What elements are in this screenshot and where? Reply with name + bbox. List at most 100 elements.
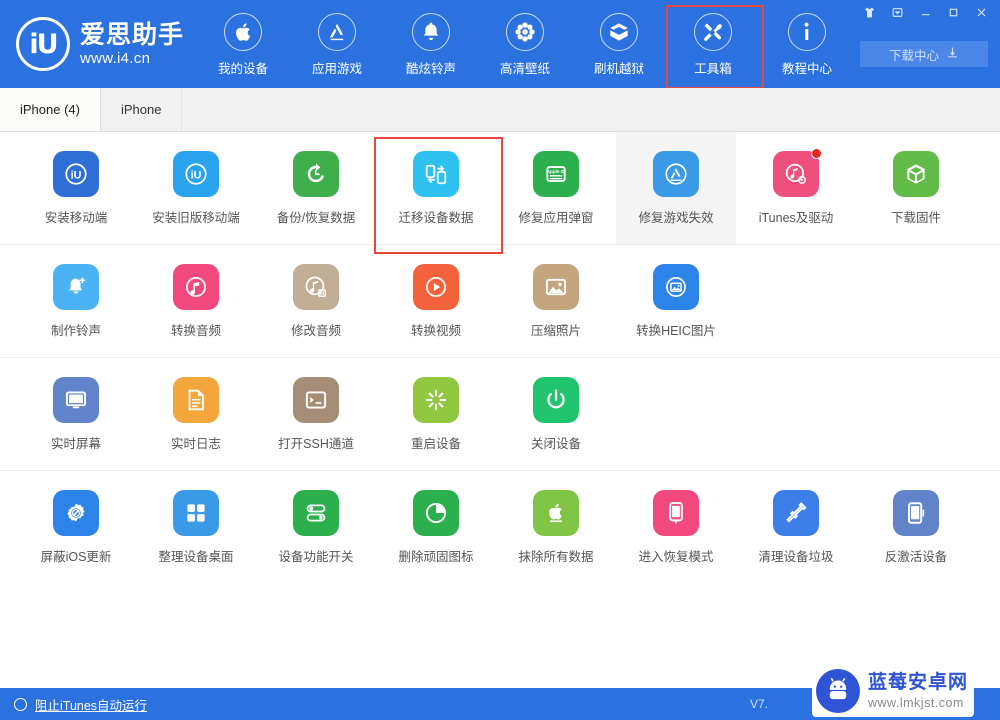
i4-blue-icon: iU	[53, 150, 99, 197]
tool-item[interactable]: 转换HEIC图片	[616, 245, 736, 357]
tool-item[interactable]: 实时屏幕	[16, 358, 136, 470]
tool-item-label: 备份/恢复数据	[276, 210, 356, 225]
gear-block-icon	[53, 489, 99, 536]
tool-item[interactable]: 迁移设备数据	[374, 132, 503, 254]
tool-item[interactable]: 抹除所有数据	[496, 471, 616, 583]
tool-item[interactable]: iU 安装旧版移动端	[136, 132, 256, 244]
tool-item[interactable]: 反激活设备	[856, 471, 976, 583]
tool-item[interactable]: 进入恢复模式	[616, 471, 736, 583]
menu-down-icon[interactable]	[884, 2, 910, 22]
play-icon	[413, 263, 459, 310]
bell-icon	[412, 13, 450, 51]
tool-item[interactable]: 设备功能开关	[256, 471, 376, 583]
device-tab-0[interactable]: iPhone (4)	[0, 88, 101, 131]
tool-item-label: 制作铃声	[50, 323, 101, 338]
nav-item-label: 应用游戏	[311, 62, 362, 76]
nav-item-flower[interactable]: 高清壁纸	[478, 8, 572, 80]
tool-item-label: 清理设备垃圾	[758, 549, 834, 564]
restore-icon	[293, 150, 339, 197]
bell-plus-icon	[53, 263, 99, 310]
svg-text:iU: iU	[71, 169, 82, 181]
tool-item[interactable]: 屏蔽iOS更新	[16, 471, 136, 583]
apple-erase-icon	[533, 489, 579, 536]
transfer-icon	[413, 150, 459, 197]
app-logo-icon: iU	[16, 17, 70, 71]
tool-item[interactable]: 备份/恢复数据	[256, 132, 376, 244]
info-icon	[788, 13, 826, 51]
tool-item[interactable]: 整理设备桌面	[136, 471, 256, 583]
watermark-url: www.lmkjst.com	[868, 695, 964, 710]
app-header: iU 爱思助手 www.i4.cn 我的设备 应用游戏 酷炫铃声 高清壁纸 刷机越狱 工具…	[0, 0, 1000, 88]
music-edit-icon: 自	[293, 263, 339, 310]
tool-item[interactable]: 修复游戏失效	[616, 132, 736, 244]
tool-item[interactable]: 自修改音频	[256, 245, 376, 357]
tool-item[interactable]: 关闭设备	[496, 358, 616, 470]
svg-text:iU: iU	[191, 169, 202, 181]
skin-icon[interactable]	[856, 2, 882, 22]
tool-item-label: 反激活设备	[884, 549, 948, 564]
tool-item[interactable]: 实时日志	[136, 358, 256, 470]
tool-item-label: 转换视频	[410, 323, 461, 338]
close-icon[interactable]	[968, 2, 994, 22]
device-tab-label: iPhone	[120, 102, 162, 117]
tool-item[interactable]: 转换音频	[136, 245, 256, 357]
maximize-icon[interactable]	[940, 2, 966, 22]
main-nav[interactable]: 我的设备 应用游戏 酷炫铃声 高清壁纸 刷机越狱 工具箱 教程中心	[196, 5, 854, 88]
restart-icon	[413, 376, 459, 423]
nav-item-box-open[interactable]: 刷机越狱	[572, 8, 666, 80]
tool-item[interactable]: iTunes及驱动	[736, 132, 856, 244]
tools-icon	[694, 13, 732, 51]
broom-icon	[773, 489, 819, 536]
watermark: 蓝莓安卓网 www.lmkjst.com	[812, 665, 975, 717]
block-itunes-autorun-toggle[interactable]: 阻止iTunes自动运行	[14, 688, 147, 720]
tool-item-label: 整理设备桌面	[158, 549, 234, 564]
toolbox-content: iU 安装移动端 iU 安装旧版移动端 备份/恢复数据 迁移设备数据 Apple ID 修复应…	[0, 132, 1000, 688]
notification-badge	[811, 147, 822, 159]
nav-item-bell[interactable]: 酷炫铃声	[384, 8, 478, 80]
watermark-title: 蓝莓安卓网	[868, 671, 969, 693]
tool-item-label: 进入恢复模式	[638, 549, 714, 564]
phone-plug-icon	[653, 489, 699, 536]
phone-block-icon	[893, 489, 939, 536]
tool-item[interactable]: 下载固件	[856, 132, 976, 244]
nav-item-info[interactable]: 教程中心	[760, 8, 854, 80]
radio-icon[interactable]	[14, 697, 27, 711]
flower-icon	[506, 13, 544, 51]
tool-row: 实时屏幕 实时日志 打开SSH通道 重启设备 关闭设备	[0, 358, 1000, 471]
tool-item[interactable]: 删除顽固图标	[376, 471, 496, 583]
tool-item[interactable]: 压缩照片	[496, 245, 616, 357]
tool-item[interactable]: 制作铃声	[16, 245, 136, 357]
music-note-icon	[173, 263, 219, 310]
nav-item-apple[interactable]: 我的设备	[196, 8, 290, 80]
tool-item-label: 关闭设备	[530, 436, 581, 451]
tool-row: iU 安装移动端 iU 安装旧版移动端 备份/恢复数据 迁移设备数据 Apple ID 修复应…	[0, 132, 1000, 254]
cube-icon	[893, 150, 939, 197]
tool-item[interactable]: 清理设备垃圾	[736, 471, 856, 583]
device-tab-1[interactable]: iPhone	[101, 88, 183, 131]
tool-item[interactable]: 转换视频	[376, 245, 496, 357]
grid-apps-icon	[173, 489, 219, 536]
tool-item[interactable]: Apple ID 修复应用弹窗	[496, 132, 616, 244]
version-label: V7.	[749, 697, 768, 711]
svg-text:Apple ID: Apple ID	[547, 169, 566, 174]
tool-item-label: 压缩照片	[530, 323, 581, 338]
download-center-button[interactable]: 下载中心	[860, 41, 988, 67]
tool-row: 制作铃声 转换音频自修改音频转换视频 压缩照片 转换HEIC图片	[0, 245, 1000, 358]
window-controls[interactable]	[856, 2, 994, 22]
nav-item-tools[interactable]: 工具箱	[666, 5, 764, 88]
tool-item-label: 删除顽固图标	[398, 549, 474, 564]
tool-item[interactable]: 打开SSH通道	[256, 358, 376, 470]
tool-item-label: 重启设备	[410, 436, 461, 451]
toggles-icon	[293, 489, 339, 536]
photo-icon	[533, 263, 579, 310]
tool-item-label: 安装旧版移动端	[152, 210, 240, 225]
power-icon	[533, 376, 579, 423]
nav-item-appstore[interactable]: 应用游戏	[290, 8, 384, 80]
tool-item[interactable]: iU 安装移动端	[16, 132, 136, 244]
app-logo-glyph: iU	[29, 28, 58, 60]
minimize-icon[interactable]	[912, 2, 938, 22]
photo-convert-icon	[653, 263, 699, 310]
tool-item[interactable]: 重启设备	[376, 358, 496, 470]
i4-lightblue-icon: iU	[173, 150, 219, 197]
device-tabbar[interactable]: iPhone (4) iPhone	[0, 88, 1000, 132]
